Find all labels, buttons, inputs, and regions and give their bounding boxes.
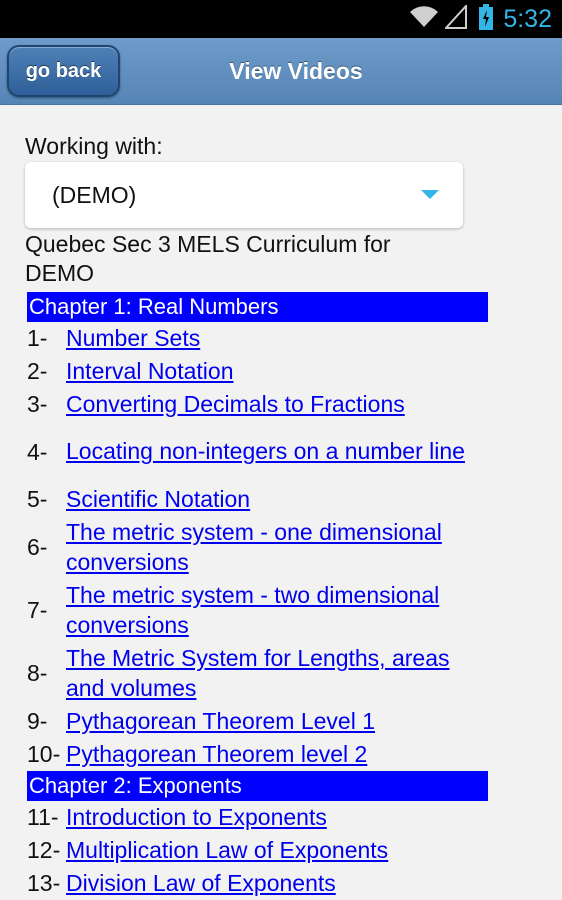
page-title: View Videos bbox=[229, 58, 363, 84]
list-item: 10- Pythagorean Theorem level 2 bbox=[25, 738, 505, 771]
lesson-link[interactable]: Multiplication Law of Exponents bbox=[66, 836, 491, 866]
lesson-link[interactable]: Pythagorean Theorem level 2 bbox=[66, 740, 491, 770]
curriculum-title: Quebec Sec 3 MELS Curriculum for DEMO bbox=[25, 231, 391, 286]
lesson-number: 2- bbox=[27, 358, 48, 384]
lesson-link[interactable]: Division Law of Exponents bbox=[66, 869, 491, 899]
list-item: 5- Scientific Notation bbox=[25, 483, 505, 516]
lesson-link[interactable]: The metric system - one dimensional conv… bbox=[66, 518, 491, 577]
lesson-link[interactable]: Scientific Notation bbox=[66, 485, 491, 515]
lesson-number: 6- bbox=[27, 534, 48, 560]
selected-option: (DEMO) bbox=[52, 181, 137, 208]
list-item: 7- The metric system - two dimensional c… bbox=[25, 579, 505, 642]
list-item: 12- Multiplication Law of Exponents bbox=[25, 834, 505, 867]
list-item: 8- The Metric System for Lengths, areas … bbox=[25, 642, 505, 705]
lesson-link[interactable]: The metric system - two dimensional conv… bbox=[66, 581, 491, 640]
lesson-link[interactable]: Converting Decimals to Fractions bbox=[66, 390, 491, 420]
lesson-number: 8- bbox=[27, 660, 48, 686]
lesson-list: 1- Number Sets 2- Interval Notation 3- C… bbox=[25, 322, 505, 771]
list-item: 1- Number Sets bbox=[25, 322, 505, 355]
lesson-list: 11- Introduction to Exponents 12- Multip… bbox=[25, 801, 505, 900]
lesson-number: 7- bbox=[27, 597, 48, 623]
list-item: 9- Pythagorean Theorem Level 1 bbox=[25, 705, 505, 738]
lesson-link[interactable]: Locating non-integers on a number line bbox=[66, 437, 491, 467]
list-item: 2- Interval Notation bbox=[25, 355, 505, 388]
chapter-header: Chapter 2: Exponents bbox=[27, 771, 488, 801]
lesson-number: 1- bbox=[27, 325, 48, 351]
lesson-number: 13- bbox=[27, 870, 61, 896]
main-content: Working with: (DEMO) Quebec Sec 3 MELS C… bbox=[25, 105, 505, 900]
curriculum-select[interactable]: (DEMO) bbox=[25, 162, 463, 228]
clock-time: 5:32 bbox=[503, 4, 552, 33]
lesson-link[interactable]: Introduction to Exponents bbox=[66, 803, 491, 833]
battery-charging-icon bbox=[479, 3, 494, 35]
lesson-number: 3- bbox=[27, 391, 48, 417]
signal-icon bbox=[444, 2, 468, 34]
list-item: 11- Introduction to Exponents bbox=[25, 801, 505, 834]
working-with-label: Working with: bbox=[25, 133, 163, 159]
dropdown-arrow-icon bbox=[421, 190, 439, 199]
wifi-icon bbox=[409, 5, 439, 33]
lesson-number: 9- bbox=[27, 708, 48, 734]
lesson-number: 4- bbox=[27, 438, 48, 465]
lesson-number: 12- bbox=[27, 837, 61, 863]
lesson-link[interactable]: Interval Notation bbox=[66, 357, 491, 387]
app-header: go back View Videos bbox=[0, 38, 562, 105]
lesson-link[interactable]: The Metric System for Lengths, areas and… bbox=[66, 644, 491, 703]
list-item: 4- Locating non-integers on a number lin… bbox=[25, 421, 505, 483]
lesson-number: 5- bbox=[27, 486, 48, 512]
list-item: 13- Division Law of Exponents bbox=[25, 867, 505, 900]
status-bar: 5:32 bbox=[0, 0, 562, 38]
list-item: 6- The metric system - one dimensional c… bbox=[25, 516, 505, 579]
list-item: 3- Converting Decimals to Fractions bbox=[25, 388, 505, 421]
lesson-number: 11- bbox=[27, 804, 59, 830]
go-back-button[interactable]: go back bbox=[7, 45, 120, 97]
lesson-number: 10- bbox=[27, 741, 61, 767]
lesson-link[interactable]: Number Sets bbox=[66, 324, 491, 354]
chapter-header: Chapter 1: Real Numbers bbox=[27, 292, 488, 322]
lesson-link[interactable]: Pythagorean Theorem Level 1 bbox=[66, 707, 491, 737]
